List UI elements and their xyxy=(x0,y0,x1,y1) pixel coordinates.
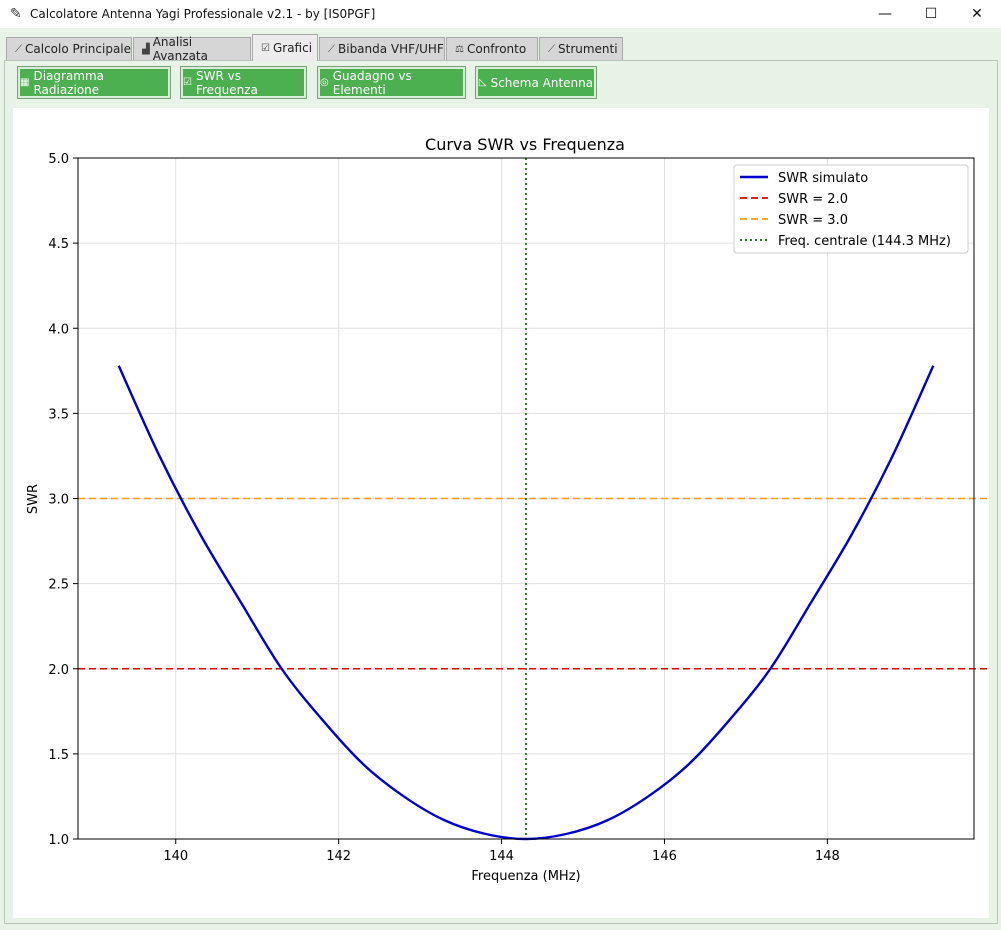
tab-label: Calcolo Principale xyxy=(25,42,132,56)
maximize-button[interactable]: ☐ xyxy=(908,0,954,28)
minimize-button[interactable]: — xyxy=(862,0,908,28)
button-label: SWR vs Frequenza xyxy=(195,68,258,97)
swr-chart-icon: ☑ xyxy=(183,77,192,88)
close-button[interactable]: ✕ xyxy=(954,0,1000,28)
y-tick-label: 4.0 xyxy=(48,322,69,337)
legend-label: SWR = 2.0 xyxy=(778,192,848,207)
antenna-icon: ⟋ xyxy=(328,43,335,55)
swr-chart: Curva SWR vs Frequenza 140 142 144 146 148 1… xyxy=(26,135,1001,884)
tab-label: Strumenti xyxy=(558,42,618,56)
y-tick-label: 1.0 xyxy=(48,833,69,848)
tab-label: Confronto xyxy=(466,42,527,56)
tab-confronto[interactable]: ⚖ Confronto xyxy=(446,37,538,60)
tab-strip: ⟋ Calcolo Principale ▟ Analisi Avanzata … xyxy=(0,30,1001,63)
legend: SWR simulato SWR = 2.0 SWR = 3.0 Freq. cent… xyxy=(733,164,969,254)
tab-strumenti[interactable]: ⟋ Strumenti xyxy=(539,37,623,60)
y-tick-label: 3.5 xyxy=(48,407,69,422)
x-tick-label: 140 xyxy=(163,849,188,864)
tab-bibanda-vhf-uhf[interactable]: ⟋ Bibanda VHF/UHF xyxy=(319,37,445,60)
radiation-chart-icon: ▦ xyxy=(20,77,30,88)
x-tick-label: 148 xyxy=(815,849,840,864)
tab-label: Bibanda VHF/UHF xyxy=(338,42,444,56)
x-axis-label: Frequenza (MHz) xyxy=(471,869,580,884)
swr-vs-frequenza-button[interactable]: ☑ SWR vs Frequenza xyxy=(180,66,307,99)
x-ticks: 140 142 144 146 148 xyxy=(163,839,840,864)
diagramma-radiazione-button[interactable]: ▦ Diagramma Radiazione xyxy=(17,66,171,99)
maximize-icon: ☐ xyxy=(924,6,938,22)
button-label: Diagramma Radiazione xyxy=(33,68,105,97)
x-tick-label: 146 xyxy=(652,849,677,864)
tab-calcolo-principale[interactable]: ⟋ Calcolo Principale xyxy=(6,37,132,60)
y-tick-label: 5.0 xyxy=(48,152,69,167)
schema-antenna-button[interactable]: ◺ Schema Antenna xyxy=(475,66,597,99)
window-title: Calcolatore Antenna Yagi Professionale v… xyxy=(30,7,376,21)
legend-label: Freq. centrale (144.3 MHz) xyxy=(778,234,951,249)
legend-label: SWR simulato xyxy=(778,171,868,186)
chart-title: Curva SWR vs Frequenza xyxy=(425,135,625,154)
y-tick-label: 4.5 xyxy=(48,237,69,252)
button-label: Schema Antenna xyxy=(490,75,594,90)
ruler-icon: ⟋ xyxy=(15,43,22,55)
plot-area: Curva SWR vs Frequenza 140 142 144 146 148 1… xyxy=(13,108,1001,918)
y-tick-label: 2.0 xyxy=(48,663,69,678)
tools-icon: ⟋ xyxy=(548,43,555,55)
gain-icon: ◎ xyxy=(320,77,329,88)
tab-label: Analisi Avanzata xyxy=(152,35,208,63)
checkbox-chart-icon: ☑ xyxy=(261,42,270,54)
tab-analisi-avanzata[interactable]: ▟ Analisi Avanzata xyxy=(133,35,251,63)
title-bar: ✎ Calcolatore Antenna Yagi Professionale… xyxy=(0,0,1001,28)
close-icon: ✕ xyxy=(971,6,983,22)
y-ticks: 1.0 1.5 2.0 2.5 3.0 3.5 4.0 4.5 5.0 xyxy=(48,152,78,848)
x-tick-label: 144 xyxy=(489,849,514,864)
minimize-icon: — xyxy=(878,6,892,22)
button-label: Guadagno vs Elementi xyxy=(332,68,412,97)
y-tick-label: 3.0 xyxy=(48,493,69,508)
reference-lines xyxy=(78,158,1001,839)
x-tick-label: 142 xyxy=(326,849,351,864)
tab-label: Grafici xyxy=(272,41,313,55)
y-axis-label: SWR xyxy=(26,484,41,514)
antenna-scheme-icon: ◺ xyxy=(478,77,487,88)
tab-grafici[interactable]: ☑ Grafici xyxy=(252,34,318,61)
chart-bars-icon: ▟ xyxy=(142,43,150,55)
guadagno-vs-elementi-button[interactable]: ◎ Guadagno vs Elementi xyxy=(317,66,466,99)
feather-icon: ✎ xyxy=(10,6,22,22)
balance-icon: ⚖ xyxy=(455,43,464,55)
y-tick-label: 1.5 xyxy=(48,748,69,763)
y-tick-label: 2.5 xyxy=(48,578,69,593)
grafici-panel: ▦ Diagramma Radiazione ☑ SWR vs Frequenz… xyxy=(4,60,1001,924)
legend-label: SWR = 3.0 xyxy=(778,213,848,228)
